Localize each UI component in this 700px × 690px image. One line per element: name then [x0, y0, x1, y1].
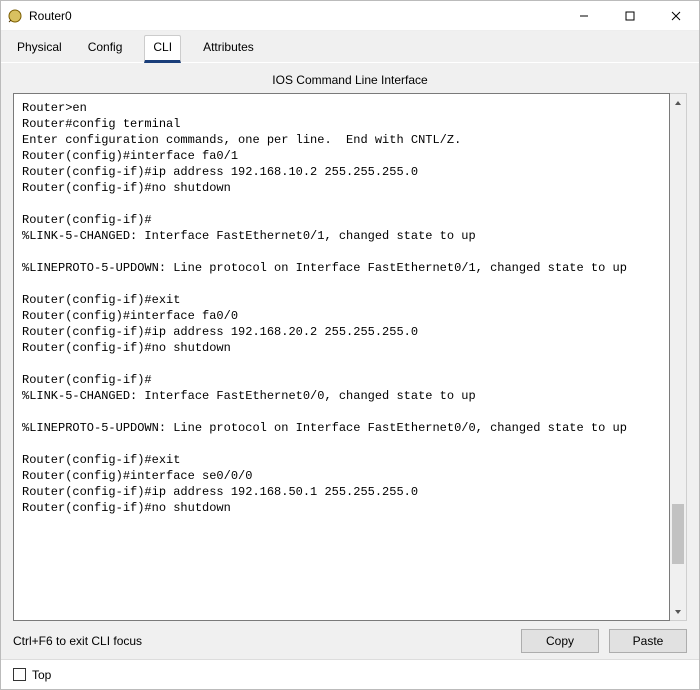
paste-button[interactable]: Paste [609, 629, 687, 653]
cli-hint: Ctrl+F6 to exit CLI focus [13, 634, 511, 648]
top-checkbox[interactable] [13, 668, 26, 681]
titlebar: Router0 [1, 1, 699, 31]
vertical-scrollbar[interactable] [670, 93, 687, 621]
app-icon [7, 8, 23, 24]
minimize-button[interactable] [561, 1, 607, 30]
scroll-thumb[interactable] [672, 504, 684, 564]
button-row: Ctrl+F6 to exit CLI focus Copy Paste [13, 629, 687, 653]
tab-config[interactable]: Config [84, 36, 127, 62]
terminal-wrap: Router>en Router#config terminal Enter c… [13, 93, 687, 621]
scroll-up-arrow-icon[interactable] [670, 94, 686, 111]
copy-button[interactable]: Copy [521, 629, 599, 653]
window-controls [561, 1, 699, 30]
tab-physical[interactable]: Physical [13, 36, 66, 62]
router-window: Router0 Physical Config CLI Attributes I… [0, 0, 700, 690]
panel-title: IOS Command Line Interface [13, 73, 687, 87]
top-label: Top [32, 668, 51, 682]
maximize-button[interactable] [607, 1, 653, 30]
scroll-down-arrow-icon[interactable] [670, 603, 686, 620]
cli-terminal[interactable]: Router>en Router#config terminal Enter c… [13, 93, 670, 621]
window-title: Router0 [29, 9, 561, 23]
tabbar: Physical Config CLI Attributes [1, 31, 699, 63]
cli-panel: IOS Command Line Interface Router>en Rou… [1, 63, 699, 659]
tab-attributes[interactable]: Attributes [199, 36, 258, 62]
close-button[interactable] [653, 1, 699, 30]
footer: Top [1, 659, 699, 689]
tab-cli[interactable]: CLI [144, 35, 181, 63]
